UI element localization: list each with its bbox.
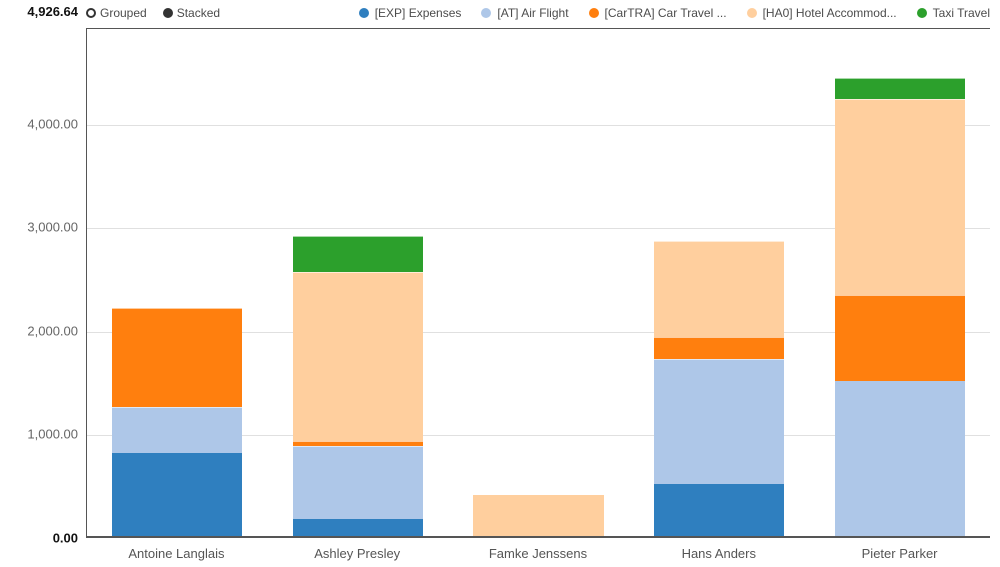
y-axis-tick: 2,000.00 bbox=[0, 323, 78, 338]
y-axis: 4,000.003,000.002,000.001,000.000.00 bbox=[0, 28, 78, 538]
bar-stack[interactable] bbox=[112, 308, 242, 536]
y-axis-max-label: 4,926.64 bbox=[0, 4, 78, 19]
legend-swatch-icon bbox=[589, 8, 599, 18]
legend-swatch-icon bbox=[747, 8, 757, 18]
legend-item[interactable]: [CarTRA] Car Travel ... bbox=[589, 6, 727, 20]
mode-radio-stacked-label: Stacked bbox=[177, 6, 220, 20]
radio-dot-icon bbox=[86, 8, 96, 18]
legend-item[interactable]: [EXP] Expenses bbox=[359, 6, 462, 20]
bar-slot bbox=[268, 29, 449, 536]
legend-swatch-icon bbox=[359, 8, 369, 18]
radio-dot-icon bbox=[163, 8, 173, 18]
x-axis-tick: Pieter Parker bbox=[809, 540, 990, 561]
y-axis-tick: 1,000.00 bbox=[0, 427, 78, 442]
bar-segment[interactable] bbox=[293, 236, 423, 272]
bar-segment[interactable] bbox=[654, 484, 784, 536]
x-axis-tick: Hans Anders bbox=[628, 540, 809, 561]
bar-segment[interactable] bbox=[293, 446, 423, 519]
bar-slot bbox=[629, 29, 810, 536]
bar-segment[interactable] bbox=[112, 308, 242, 406]
bar-segment[interactable] bbox=[293, 519, 423, 536]
bar-segment[interactable] bbox=[112, 407, 242, 454]
bar-segment[interactable] bbox=[112, 453, 242, 536]
legend-item-label: [CarTRA] Car Travel ... bbox=[605, 6, 727, 20]
legend-item-label: [EXP] Expenses bbox=[375, 6, 462, 20]
chart-topbar: Grouped Stacked [EXP] Expenses [AT] Air F… bbox=[86, 4, 990, 22]
legend-swatch-icon bbox=[917, 8, 927, 18]
legend-item-label: [AT] Air Flight bbox=[497, 6, 568, 20]
bar-segment[interactable] bbox=[835, 381, 965, 536]
mode-radio-stacked[interactable]: Stacked bbox=[163, 6, 220, 20]
bar-segment[interactable] bbox=[835, 78, 965, 100]
bar-segment[interactable] bbox=[835, 295, 965, 381]
bar-stack[interactable] bbox=[654, 241, 784, 536]
bar-stack[interactable] bbox=[473, 495, 603, 536]
legend-item-label: Taxi Travel bbox=[933, 6, 990, 20]
legend-item[interactable]: Taxi Travel bbox=[917, 6, 990, 20]
bar-segment[interactable] bbox=[835, 99, 965, 295]
bars-container bbox=[87, 29, 990, 536]
bar-segment[interactable] bbox=[473, 495, 603, 536]
y-axis-tick: 3,000.00 bbox=[0, 220, 78, 235]
legend-item-label: [HA0] Hotel Accommod... bbox=[763, 6, 897, 20]
bar-slot bbox=[809, 29, 990, 536]
bar-segment[interactable] bbox=[654, 241, 784, 337]
legend-item[interactable]: [HA0] Hotel Accommod... bbox=[747, 6, 897, 20]
x-axis-tick: Famke Jenssens bbox=[448, 540, 629, 561]
bar-stack[interactable] bbox=[835, 78, 965, 536]
plot-area bbox=[86, 28, 990, 538]
mode-toggle: Grouped Stacked bbox=[86, 6, 220, 20]
bar-segment[interactable] bbox=[293, 272, 423, 441]
legend: [EXP] Expenses [AT] Air Flight [CarTRA] Ca… bbox=[359, 6, 990, 20]
x-axis-tick: Ashley Presley bbox=[267, 540, 448, 561]
bar-segment[interactable] bbox=[654, 337, 784, 359]
y-axis-tick: 4,000.00 bbox=[0, 116, 78, 131]
bar-segment[interactable] bbox=[654, 359, 784, 484]
x-axis: Antoine LanglaisAshley PresleyFamke Jens… bbox=[86, 540, 990, 561]
bar-slot bbox=[87, 29, 268, 536]
mode-radio-grouped[interactable]: Grouped bbox=[86, 6, 147, 20]
legend-item[interactable]: [AT] Air Flight bbox=[481, 6, 568, 20]
y-axis-tick: 0.00 bbox=[0, 531, 78, 546]
mode-radio-grouped-label: Grouped bbox=[100, 6, 147, 20]
legend-swatch-icon bbox=[481, 8, 491, 18]
bar-stack[interactable] bbox=[293, 236, 423, 536]
x-axis-tick: Antoine Langlais bbox=[86, 540, 267, 561]
stacked-bar-chart: 4,926.64 Grouped Stacked [EXP] Expenses[… bbox=[0, 0, 1000, 567]
bar-slot bbox=[448, 29, 629, 536]
